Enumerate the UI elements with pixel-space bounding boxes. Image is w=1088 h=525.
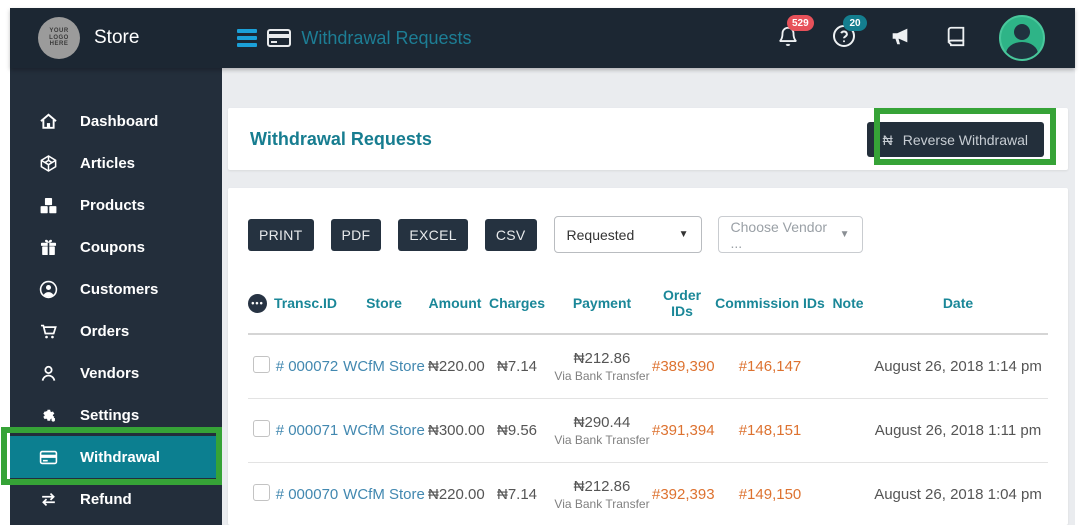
note-cell [828,334,868,399]
print-button[interactable]: PRINT [248,218,314,251]
commission-ids-link[interactable]: #148,151 [739,422,802,439]
bulk-actions-icon[interactable]: ••• [248,293,267,313]
sidebar-item-settings[interactable]: Settings [10,394,222,436]
book-icon [945,24,967,53]
col-transc-id: Transc.ID [274,277,340,335]
withdrawal-table-panel: PRINT PDF EXCEL CSV Requested ▼ Choose V… [228,188,1068,525]
sidebar-item-withdrawal[interactable]: Withdrawal [10,436,222,478]
store-link[interactable]: WCfM Store [343,486,425,503]
row-checkbox[interactable] [252,483,270,501]
sidebar-item-orders[interactable]: Orders [10,310,222,352]
page-title-panel: Withdrawal Requests ₦ Reverse Withdrawal [228,108,1068,170]
gift-icon [38,237,58,257]
sidebar-item-customers[interactable]: Customers [10,268,222,310]
sidebar-item-products[interactable]: Products [10,184,222,226]
home-icon [38,111,58,131]
articles-icon [38,153,58,173]
user-circle-icon [38,279,58,299]
sidebar-item-refund[interactable]: Refund [10,478,222,520]
megaphone-icon [888,25,912,52]
store-logo[interactable]: YOUR LOGO HERE [38,17,80,59]
note-cell [828,462,868,525]
transaction-link[interactable]: # 000072 [276,358,339,375]
brand-name: Store [94,27,140,48]
csv-button[interactable]: CSV [484,218,537,251]
row-checkbox[interactable] [252,419,270,437]
store-link[interactable]: WCfM Store [343,422,425,439]
vendor-filter-select[interactable]: Choose Vendor ... ▼ [717,216,863,253]
knowledgebase-button[interactable] [943,25,969,51]
payment-cell: ₦290.44 Via Bank Transfer [552,398,652,463]
order-ids-link[interactable]: #391,394 [652,422,715,439]
sidebar-item-coupons[interactable]: Coupons [10,226,222,268]
exchange-icon [38,489,58,509]
commission-ids-link[interactable]: #149,150 [739,486,802,503]
reverse-withdrawal-button[interactable]: ₦ Reverse Withdrawal [866,122,1044,157]
table-header-row: ••• Transc.ID Store Amount Charges Payme… [248,277,1048,335]
header-page-title: Withdrawal Requests [301,27,472,48]
date-cell: August 26, 2018 1:04 pm [868,462,1048,525]
col-date: Date [868,277,1048,335]
sidebar-item-dashboard[interactable]: Dashboard [10,100,222,142]
person-icon [38,363,58,383]
col-note: Note [828,277,868,335]
chevron-down-icon: ▼ [678,229,689,240]
transaction-link[interactable]: # 000071 [276,422,339,439]
commission-ids-link[interactable]: #146,147 [739,358,802,375]
announcements-button[interactable] [887,25,913,51]
row-checkbox[interactable] [252,355,270,373]
sidebar-item-vendors[interactable]: Vendors [10,352,222,394]
col-amount: Amount [428,277,482,335]
amount-cell: ₦220.00 [428,334,485,399]
help-badge: 20 [843,15,867,31]
menu-toggle-icon[interactable] [237,29,258,47]
page-title: Withdrawal Requests [250,128,432,149]
credit-card-icon [38,447,58,467]
help-button[interactable]: 20 [831,15,867,51]
excel-button[interactable]: EXCEL [398,218,468,251]
pdf-button[interactable]: PDF [330,218,382,251]
date-cell: August 26, 2018 1:11 pm [868,398,1048,463]
cubes-icon [38,195,58,215]
main-content: Withdrawal Requests ₦ Reverse Withdrawal… [222,68,1075,525]
charges-cell: ₦9.56 [482,398,552,463]
table-row: # 000071 WCfM Store ₦300.00 ₦9.56 ₦290.4… [248,398,1048,463]
withdrawal-requests-table: ••• Transc.ID Store Amount Charges Payme… [248,277,1048,525]
gears-icon [38,405,58,425]
charges-cell: ₦7.14 [482,462,552,525]
app-header: YOUR LOGO HERE Store Withdrawal Requests… [10,8,1075,68]
chevron-down-icon: ▼ [839,229,850,240]
order-ids-link[interactable]: #389,390 [652,358,715,375]
col-payment: Payment [552,277,652,335]
table-toolbar: PRINT PDF EXCEL CSV Requested ▼ Choose V… [228,188,1068,253]
amount-cell: ₦300.00 [428,398,485,463]
notification-badge: 529 [787,15,814,31]
cart-icon [38,321,58,341]
charges-cell: ₦7.14 [482,334,552,399]
payment-cell: ₦212.86 Via Bank Transfer [552,334,652,399]
col-charges: Charges [482,277,552,335]
store-link[interactable]: WCfM Store [343,358,425,375]
table-row: # 000070 WCfM Store ₦220.00 ₦7.14 ₦212.8… [248,462,1048,525]
naira-icon: ₦ [882,131,893,148]
payment-cell: ₦212.86 Via Bank Transfer [552,462,652,525]
sidebar-item-articles[interactable]: Articles [10,142,222,184]
col-commission-ids: Commission IDs [712,277,828,335]
table-row: # 000072 WCfM Store ₦220.00 ₦7.14 ₦212.8… [248,334,1048,399]
transaction-link[interactable]: # 000070 [276,486,339,503]
amount-cell: ₦220.00 [428,462,485,525]
col-store: Store [340,277,428,335]
withdrawal-card-icon [267,28,292,48]
date-cell: August 26, 2018 1:14 pm [868,334,1048,399]
col-order-ids: Order IDs [652,277,712,335]
sidebar-nav: Dashboard Articles Products Coupons Cust… [10,68,222,525]
store-logo-text: YOUR LOGO HERE [49,27,69,48]
order-ids-link[interactable]: #392,393 [652,486,715,503]
note-cell [828,398,868,463]
status-filter-select[interactable]: Requested ▼ [553,216,702,253]
notifications-button[interactable]: 529 [775,15,814,51]
user-avatar[interactable] [999,15,1045,61]
